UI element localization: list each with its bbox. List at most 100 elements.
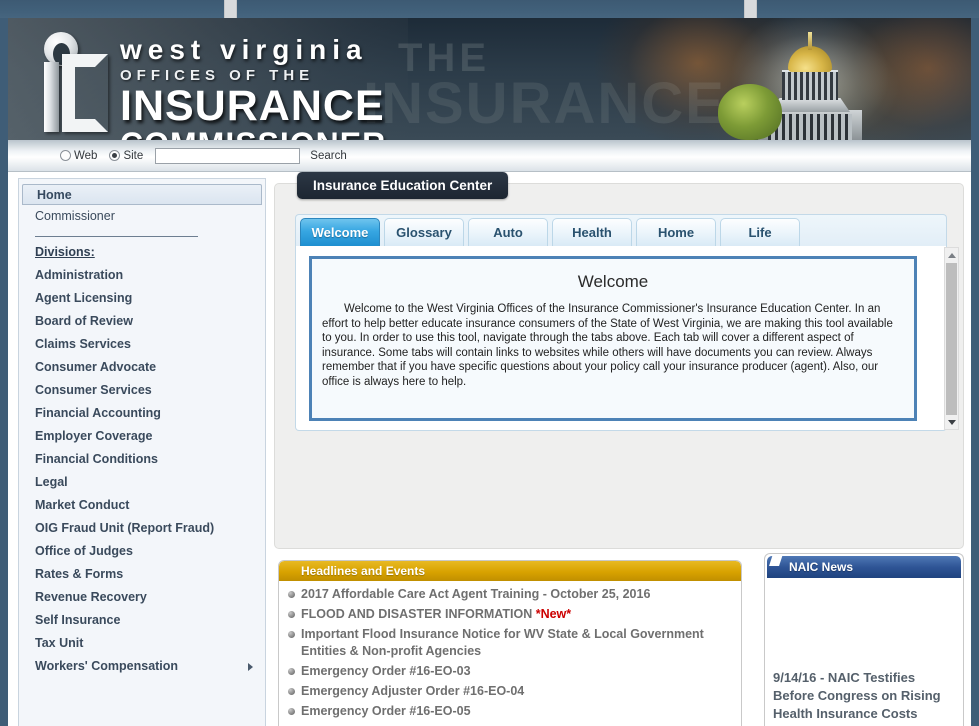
headline-text: Important Flood Insurance Notice for WV …	[301, 627, 704, 658]
page-root: THE INSURANCE west virginia OFFICES OF T…	[0, 0, 979, 726]
naic-news-title-text: NAIC News	[789, 560, 854, 574]
capitol-tree	[718, 84, 782, 140]
sidebar-item-office-of-judges[interactable]: Office of Judges	[19, 540, 265, 563]
new-badge: *New*	[535, 607, 572, 621]
banner-wordmark: west virginia OFFICES OF THE INSURANCE C…	[120, 34, 386, 141]
headline-item[interactable]: Important Flood Insurance Notice for WV …	[285, 626, 735, 660]
sidebar-item-label: Office of Judges	[35, 544, 133, 558]
naic-news-item[interactable]: 9/14/16 - NAIC Testifies Before Congress…	[773, 669, 955, 723]
sidebar-item-workers-compensation[interactable]: Workers' Compensation	[19, 655, 265, 678]
search-scope-web-label[interactable]: Web	[74, 150, 97, 162]
tab-life[interactable]: Life	[720, 218, 800, 246]
sidebar-item-board-of-review[interactable]: Board of Review	[19, 310, 265, 333]
sidebar-item-legal[interactable]: Legal	[19, 471, 265, 494]
headline-item[interactable]: Emergency Order #16-EO-03	[285, 663, 735, 680]
sidebar-item-label: Tax Unit	[35, 636, 84, 650]
headline-text: Emergency Order #16-EO-03	[301, 664, 471, 678]
banner-line-commissioner: COMMISSIONER	[120, 128, 386, 140]
headline-text: Emergency Adjuster Order #16-EO-04	[301, 684, 525, 698]
sidebar-item-label: Financial Conditions	[35, 452, 158, 466]
tab-home[interactable]: Home	[636, 218, 716, 246]
banner-ghost-watermark-2: INSURANCE	[363, 71, 726, 136]
sidebar-item-home[interactable]: Home	[22, 184, 262, 205]
headline-text: 2017 Affordable Care Act Agent Training …	[301, 587, 651, 601]
education-center-scrollbar[interactable]	[944, 247, 959, 430]
banner-line-west-virginia: west virginia	[120, 34, 368, 65]
bullet-icon	[288, 611, 295, 618]
sidebar-item-label: Agent Licensing	[35, 291, 133, 305]
browser-tab-marker-2[interactable]	[744, 0, 757, 18]
bullet-icon	[288, 668, 295, 675]
sidebar-item-administration[interactable]: Administration	[19, 264, 265, 287]
sidebar-item-market-conduct[interactable]: Market Conduct	[19, 494, 265, 517]
sidebar-item-label: OIG Fraud Unit (Report Fraud)	[35, 521, 215, 535]
education-center-tabstrip: Welcome Glossary Auto Health Home Life	[295, 214, 947, 246]
naic-news-panel: NAIC News 9/14/16 - NAIC Testifies Befor…	[764, 553, 964, 726]
tab-health[interactable]: Health	[552, 218, 632, 246]
body-area: Home Commissioner Divisions: Administrat…	[8, 172, 971, 726]
wvoic-logo-icon[interactable]	[30, 32, 110, 132]
headline-text: FLOOD AND DISASTER INFORMATION	[301, 607, 536, 621]
sidebar-item-label: Market Conduct	[35, 498, 130, 512]
capitol-spire	[808, 32, 812, 50]
welcome-panel: Welcome Welcome to the West Virginia Off…	[309, 256, 917, 421]
sidebar-item-label: Administration	[35, 268, 124, 282]
sidebar-item-claims-services[interactable]: Claims Services	[19, 333, 265, 356]
search-scope-site-radio[interactable]	[109, 150, 121, 161]
headline-item[interactable]: FLOOD AND DISASTER INFORMATION *New*	[285, 606, 735, 623]
capitol-building-image	[718, 18, 890, 140]
browser-tab-marker-1[interactable]	[224, 0, 237, 18]
tab-welcome[interactable]: Welcome	[300, 218, 380, 246]
right-gutter	[964, 173, 970, 726]
sidebar-item-revenue-recovery[interactable]: Revenue Recovery	[19, 586, 265, 609]
headlines-panel-title: Headlines and Events	[279, 561, 741, 581]
sidebar-heading-divisions: Divisions:	[35, 245, 95, 259]
sidebar-item-financial-accounting[interactable]: Financial Accounting	[19, 402, 265, 425]
sidebar-item-consumer-advocate[interactable]: Consumer Advocate	[19, 356, 265, 379]
search-input[interactable]	[155, 147, 301, 164]
sidebar-item-tax-unit[interactable]: Tax Unit	[19, 632, 265, 655]
chevron-right-icon	[248, 663, 253, 671]
sidebar-item-label: Board of Review	[35, 314, 133, 328]
scrollbar-thumb[interactable]	[946, 263, 957, 415]
logo-i-stem	[44, 62, 59, 132]
naic-news-panel-title: NAIC News	[767, 554, 961, 578]
sidebar-item-label: Employer Coverage	[35, 429, 153, 443]
left-sidebar-navigation: Home Commissioner Divisions: Administrat…	[18, 178, 266, 726]
search-scope-web-radio[interactable]	[60, 150, 71, 161]
education-center-tabpanel: Welcome Welcome to the West Virginia Off…	[295, 246, 947, 431]
sidebar-item-label: Revenue Recovery	[35, 590, 147, 604]
sidebar-item-label: Consumer Services	[35, 383, 152, 397]
scroll-down-arrow-icon[interactable]	[945, 415, 958, 429]
sidebar-divisions-list: Administration Agent Licensing Board of Re…	[19, 264, 265, 678]
sidebar-item-financial-conditions[interactable]: Financial Conditions	[19, 448, 265, 471]
headline-text: Emergency Order #16-EO-05	[301, 704, 471, 718]
main-content-column: Insurance Education Center Welcome Glossa…	[270, 172, 970, 726]
sidebar-item-self-insurance[interactable]: Self Insurance	[19, 609, 265, 632]
sidebar-item-label: Workers' Compensation	[35, 659, 179, 673]
welcome-heading: Welcome	[577, 272, 649, 291]
tab-auto[interactable]: Auto	[468, 218, 548, 246]
tab-glossary[interactable]: Glossary	[384, 218, 464, 246]
sidebar-item-employer-coverage[interactable]: Employer Coverage	[19, 425, 265, 448]
headline-item[interactable]: 2017 Affordable Care Act Agent Training …	[285, 586, 735, 603]
sidebar-item-label: Financial Accounting	[35, 406, 161, 420]
sidebar-item-consumer-services[interactable]: Consumer Services	[19, 379, 265, 402]
search-button[interactable]: Search	[310, 150, 346, 162]
headline-item[interactable]: Emergency Adjuster Order #16-EO-04	[285, 683, 735, 700]
sidebar-item-oig-fraud-unit-report-fraud[interactable]: OIG Fraud Unit (Report Fraud)	[19, 517, 265, 540]
headline-item[interactable]: Emergency Order #16-EO-05	[285, 703, 735, 720]
sidebar-item-commissioner[interactable]: Commissioner	[19, 205, 265, 228]
naic-corner-fold-icon	[769, 554, 783, 566]
search-scope-site-label[interactable]: Site	[123, 150, 143, 162]
welcome-body-text: Welcome to the West Virginia Offices of …	[322, 303, 893, 388]
insurance-education-center-card: Insurance Education Center Welcome Glossa…	[274, 172, 964, 549]
logo-c-shape	[62, 54, 108, 132]
banner-line-offices-of-the: OFFICES OF THE	[120, 67, 315, 84]
sidebar-item-agent-licensing[interactable]: Agent Licensing	[19, 287, 265, 310]
bullet-icon	[288, 688, 295, 695]
banner-line-insurance: INSURANCE	[120, 82, 385, 130]
capitol-pediment	[770, 98, 850, 112]
scroll-up-arrow-icon[interactable]	[945, 248, 958, 262]
sidebar-item-rates-forms[interactable]: Rates & Forms	[19, 563, 265, 586]
